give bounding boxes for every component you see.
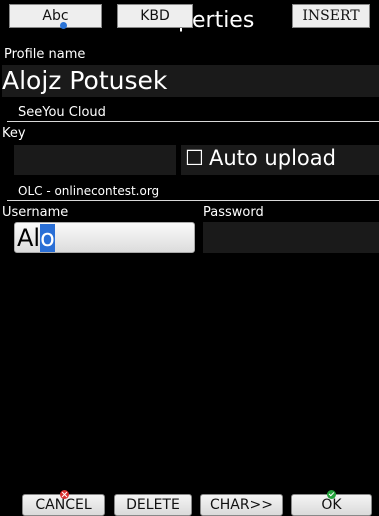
key-field[interactable]	[14, 145, 176, 175]
username-text: Al	[17, 224, 41, 252]
key-label: Key	[2, 126, 26, 141]
cancel-button[interactable]: CANCEL	[22, 490, 105, 516]
kbd-label: KBD	[140, 8, 170, 24]
password-label: Password	[203, 205, 264, 220]
ok-icon	[327, 490, 336, 499]
username-label: Username	[2, 205, 69, 220]
auto-upload-checkbox[interactable]: ☐ Auto upload	[181, 145, 379, 175]
checkbox-icon: ☐	[185, 146, 204, 170]
seeyou-section-title: SeeYou Cloud	[18, 105, 106, 120]
char-button[interactable]: CHAR>>	[200, 494, 283, 516]
username-field[interactable]: Alo	[14, 222, 195, 253]
abc-keyboard-button[interactable]: Abc	[9, 4, 102, 29]
username-selection: o	[40, 224, 55, 252]
profile-name-label: Profile name	[4, 47, 86, 62]
olc-divider	[7, 200, 379, 201]
auto-upload-label: Auto upload	[209, 146, 336, 170]
olc-section-title: OLC - onlinecontest.org	[18, 184, 160, 198]
ok-button[interactable]: OK	[291, 490, 372, 516]
seeyou-divider	[7, 121, 379, 122]
insert-button[interactable]: INSERT	[292, 4, 370, 28]
kbd-button[interactable]: KBD	[117, 4, 193, 28]
delete-button[interactable]: DELETE	[114, 494, 192, 516]
insert-label: INSERT	[302, 8, 360, 24]
profile-name-field[interactable]: Alojz Potusek	[2, 65, 379, 97]
profile-name-value: Alojz Potusek	[2, 66, 168, 95]
password-field[interactable]	[203, 222, 379, 253]
abc-indicator-icon	[60, 22, 67, 29]
cancel-icon	[60, 490, 69, 499]
